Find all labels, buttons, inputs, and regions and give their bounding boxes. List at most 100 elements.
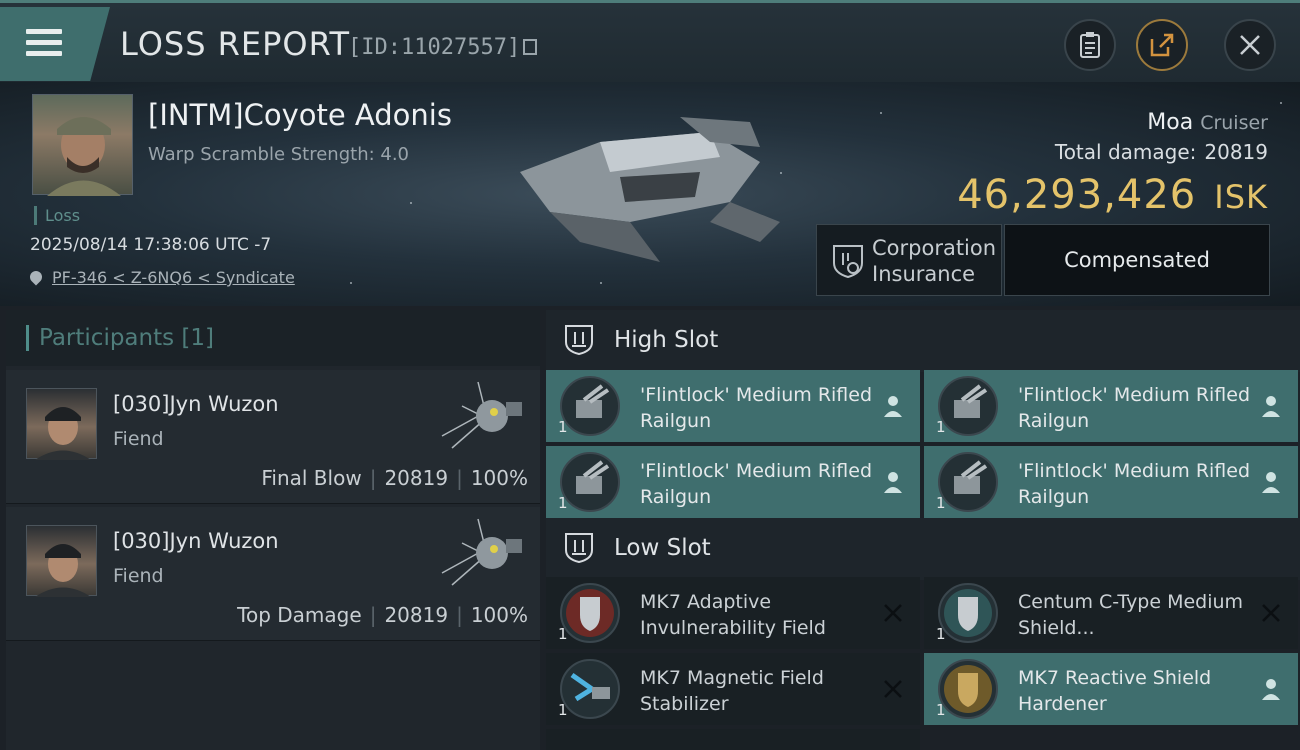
- participant-ship: Fiend: [113, 565, 164, 587]
- participant-row[interactable]: [030]Jyn Wuzon Fiend Top Damage | 20819 | 10…: [6, 507, 540, 641]
- railgun-icon: [938, 376, 998, 436]
- ship-render: [520, 117, 780, 262]
- participant-ship-icon: [441, 381, 522, 449]
- module-qty: 1: [936, 418, 946, 436]
- pilot-portrait-image: [35, 544, 91, 597]
- clipboard-button[interactable]: [1064, 19, 1116, 71]
- participant-avatar[interactable]: [26, 388, 97, 460]
- participant-row[interactable]: [030]Jyn Wuzon Fiend Final Blow | 20819 | 10…: [6, 370, 540, 504]
- person-icon: [1262, 396, 1280, 417]
- participants-title-text: Participants: [39, 325, 175, 351]
- module-name: MK7 Magnetic Field Stabilizer: [640, 667, 824, 715]
- insurance-status: Compensated: [1004, 224, 1270, 296]
- high-slot-label: High Slot: [614, 327, 719, 353]
- module-qty: 1: [558, 701, 568, 719]
- participant-role: Top Damage: [237, 603, 362, 627]
- module-slot[interactable]: 1 Centum C-Type Medium Shield...: [924, 577, 1298, 649]
- participant-ship: Fiend: [113, 428, 164, 450]
- total-damage-value: 20819: [1204, 140, 1268, 164]
- report-id: [ID:11027557]: [348, 35, 538, 60]
- module-name: 'Flintlock' Medium Rifled Railgun: [1018, 460, 1251, 508]
- railgun-icon: [560, 376, 620, 436]
- person-icon: [884, 396, 902, 417]
- module-qty: 1: [558, 625, 568, 643]
- copy-icon[interactable]: [523, 39, 538, 55]
- high-slot-header: High Slot: [546, 310, 1300, 372]
- header-bar: LOSS REPORT [ID:11027557]: [0, 0, 1300, 82]
- module-name: 'Flintlock' Medium Rifled Railgun: [640, 460, 873, 508]
- shield-module-icon: [560, 583, 620, 643]
- module-slot[interactable]: 1 'Flintlock' Medium Rifled Railgun: [546, 446, 920, 518]
- shield-module-icon: [938, 583, 998, 643]
- location-link[interactable]: PF-346 < Z-6NQ6 < Syndicate: [27, 268, 295, 287]
- module-name: 'Flintlock' Medium Rifled Railgun: [640, 384, 873, 432]
- participant-name[interactable]: [030]Jyn Wuzon: [113, 392, 279, 416]
- loss-tag: Loss: [34, 206, 80, 225]
- railgun-icon: [560, 452, 620, 512]
- railgun-icon: [938, 452, 998, 512]
- destroyed-x-icon: [1262, 604, 1280, 622]
- module-qty: 1: [936, 625, 946, 643]
- magnetic-field-stabilizer-icon: [560, 659, 620, 719]
- isk-unit: ISK: [1214, 178, 1268, 216]
- participant-damage: 20819: [384, 603, 449, 627]
- low-slot-icon: [565, 533, 593, 564]
- module-qty: 1: [558, 418, 568, 436]
- participant-stats: Final Blow | 20819 | 100%: [261, 466, 528, 490]
- clipboard-icon: [1080, 32, 1100, 58]
- low-slot-label: Low Slot: [614, 535, 711, 561]
- module-slot[interactable]: 1 'Flintlock' Medium Rifled Railgun: [546, 370, 920, 442]
- module-slot[interactable]: 1 MK7 Reactive Shield Hardener: [924, 653, 1298, 725]
- module-name: MK7 Reactive Shield Hardener: [1018, 667, 1212, 715]
- destroyed-x-icon: [884, 604, 902, 622]
- participant-avatar[interactable]: [26, 525, 97, 597]
- person-icon: [884, 472, 902, 493]
- warp-scramble-strength: Warp Scramble Strength: 4.0: [148, 144, 410, 165]
- ship-name: Moa: [1147, 110, 1194, 135]
- insurance-label: Corporation Insurance: [872, 236, 997, 286]
- module-slot-partial[interactable]: [546, 729, 920, 750]
- participant-stats: Top Damage | 20819 | 100%: [237, 603, 528, 627]
- module-name: 'Flintlock' Medium Rifled Railgun: [1018, 384, 1251, 432]
- ship-class: Cruiser: [1200, 112, 1268, 134]
- loss-datetime: 2025/08/14 17:38:06 UTC -7: [30, 235, 272, 255]
- insurance-shield-icon: [833, 245, 863, 279]
- total-damage: Total damage: 20819: [1055, 140, 1268, 164]
- menu-button[interactable]: [0, 7, 110, 81]
- low-slot-header: Low Slot: [546, 518, 1300, 580]
- person-icon: [1262, 472, 1280, 493]
- total-damage-label: Total damage:: [1054, 140, 1197, 164]
- destroyed-x-icon: [884, 680, 902, 698]
- module-name: Centum C-Type Medium Shield...: [1018, 591, 1244, 639]
- pilot-portrait-image: [47, 117, 121, 196]
- share-icon: [1150, 33, 1174, 57]
- participant-damage: 20819: [384, 466, 449, 490]
- module-slot[interactable]: 1 'Flintlock' Medium Rifled Railgun: [924, 370, 1298, 442]
- participant-name[interactable]: [030]Jyn Wuzon: [113, 529, 279, 553]
- page-title: LOSS REPORT: [120, 25, 351, 63]
- close-button[interactable]: [1224, 19, 1276, 71]
- victim-name[interactable]: [INTM]Coyote Adonis: [148, 98, 452, 132]
- hamburger-menu-icon: [26, 29, 62, 56]
- isk-value: 46,293,426 ISK: [957, 172, 1268, 218]
- module-qty: 1: [558, 494, 568, 512]
- shield-module-icon: [938, 659, 998, 719]
- module-slot[interactable]: 1 MK7 Adaptive Invulnerability Field: [546, 577, 920, 649]
- share-button[interactable]: [1136, 19, 1188, 71]
- location-text: PF-346 < Z-6NQ6 < Syndicate: [52, 268, 295, 287]
- module-slot[interactable]: 1 MK7 Magnetic Field Stabilizer: [546, 653, 920, 725]
- high-slot-icon: [565, 325, 593, 356]
- location-pin-icon: [27, 268, 45, 286]
- participant-role: Final Blow: [261, 466, 362, 490]
- module-qty: 1: [936, 701, 946, 719]
- participant-percent: 100%: [470, 603, 528, 627]
- pilot-portrait-image: [35, 407, 91, 460]
- person-icon: [1262, 679, 1280, 700]
- victim-avatar[interactable]: [32, 94, 133, 196]
- insurance-box[interactable]: Corporation Insurance: [816, 224, 1002, 296]
- module-qty: 1: [936, 494, 946, 512]
- isk-amount: 46,293,426: [957, 172, 1197, 218]
- ship-type[interactable]: Moa Cruiser: [1147, 110, 1268, 135]
- participant-ship-icon: [441, 518, 522, 586]
- module-slot[interactable]: 1 'Flintlock' Medium Rifled Railgun: [924, 446, 1298, 518]
